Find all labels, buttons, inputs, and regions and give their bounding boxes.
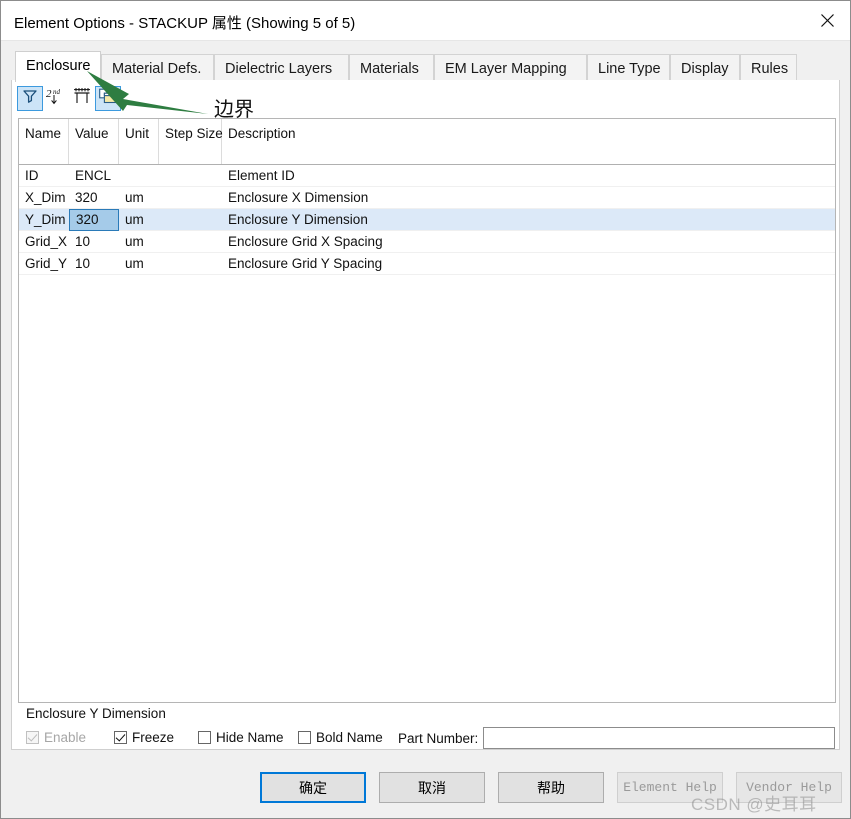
checkbox-label: Enable (44, 730, 87, 745)
grid-row[interactable]: ID ENCL Element ID (19, 165, 835, 187)
grid-cell[interactable]: 10 (69, 253, 119, 274)
filter-button[interactable] (17, 86, 43, 111)
grid-column-header[interactable]: Unit (119, 119, 159, 164)
tab-rules[interactable]: Rules (740, 54, 797, 81)
grid-cell[interactable]: Enclosure Grid Y Spacing (222, 253, 835, 274)
tab-dielectric-layers[interactable]: Dielectric Layers (214, 54, 349, 81)
watermark-text: CSDN @史耳耳 (691, 795, 817, 814)
grid-column-header[interactable]: Description (222, 119, 835, 164)
grid-row[interactable]: Y_Dim 320 um Enclosure Y Dimension (19, 209, 835, 231)
svg-text:nd: nd (53, 88, 61, 96)
tab-material-defs[interactable]: Material Defs. (101, 54, 214, 81)
grid-cell-editing[interactable]: 320 (69, 209, 119, 231)
grid-cell[interactable]: um (119, 187, 159, 208)
checkbox-bold-name[interactable]: Bold Name (298, 730, 383, 745)
grid-cell[interactable] (159, 253, 222, 274)
window-title: Element Options - STACKUP 属性 (Showing 5 … (14, 15, 356, 32)
tab-line-type[interactable]: Line Type (587, 54, 670, 81)
grid-column-header[interactable]: Name (19, 119, 69, 164)
grid-cell[interactable] (119, 165, 159, 186)
cancel-button[interactable]: 取消 (379, 772, 485, 803)
grid-header-row: Name Value Unit Step Size Description (19, 119, 835, 165)
svg-text:2: 2 (46, 88, 52, 100)
element-options-dialog: Element Options - STACKUP 属性 (Showing 5 … (0, 0, 851, 819)
grid-cell[interactable]: um (119, 209, 159, 230)
second-sort-icon: 2nd (46, 87, 66, 110)
grid-cell[interactable]: Y_Dim (19, 209, 69, 230)
grid-cell[interactable]: um (119, 231, 159, 252)
grid-cell[interactable]: X_Dim (19, 187, 69, 208)
help-button[interactable]: 帮助 (498, 772, 604, 803)
grid-cell[interactable]: Element ID (222, 165, 835, 186)
grid-cell[interactable] (159, 187, 222, 208)
ok-button[interactable]: 确定 (260, 772, 366, 803)
grid-cell[interactable]: Enclosure Grid X Spacing (222, 231, 835, 252)
tab-strip: Enclosure Material Defs. Dielectric Layers… (1, 41, 850, 82)
close-icon[interactable] (804, 1, 850, 40)
grid-cell[interactable] (159, 231, 222, 252)
tab-em-layer-mapping[interactable]: EM Layer Mapping (434, 54, 587, 81)
checkbox-box (26, 731, 39, 744)
grid-cell[interactable]: ID (19, 165, 69, 186)
checkbox-box (198, 731, 211, 744)
grid-cell[interactable]: Enclosure Y Dimension (222, 209, 835, 230)
property-details-panel: Enclosure Y Dimension Enable Freeze Hide N… (18, 706, 836, 749)
checkbox-freeze[interactable]: Freeze (114, 730, 174, 745)
filter-funnel-icon (22, 88, 38, 109)
grid-cell[interactable]: Grid_Y (19, 253, 69, 274)
grid-cell[interactable]: um (119, 253, 159, 274)
cascade-window-icon (99, 88, 117, 109)
part-number-label: Part Number: (398, 731, 479, 746)
property-divider (18, 723, 836, 724)
property-caption: Enclosure Y Dimension (26, 706, 166, 721)
grid-empty-area (19, 275, 835, 702)
checkbox-box (298, 731, 311, 744)
grid-row[interactable]: X_Dim 320 um Enclosure X Dimension (19, 187, 835, 209)
tab-materials[interactable]: Materials (349, 54, 434, 81)
checkbox-hide-name[interactable]: Hide Name (198, 730, 284, 745)
fit-columns-button[interactable] (69, 86, 95, 111)
grid-cell[interactable] (159, 165, 222, 186)
grid-cell[interactable]: Grid_X (19, 231, 69, 252)
grid-row[interactable]: Grid_Y 10 um Enclosure Grid Y Spacing (19, 253, 835, 275)
grid-row[interactable]: Grid_X 10 um Enclosure Grid X Spacing (19, 231, 835, 253)
grid-cell[interactable]: Enclosure X Dimension (222, 187, 835, 208)
tab-content-panel: 2nd Name Value Unit Step Size Description ID… (11, 80, 840, 750)
title-bar: Element Options - STACKUP 属性 (Showing 5 … (1, 1, 850, 41)
tab-enclosure[interactable]: Enclosure (15, 51, 101, 82)
column-fit-icon (73, 88, 91, 109)
checkbox-box (114, 731, 127, 744)
grid-cell[interactable]: 320 (69, 187, 119, 208)
grid-cell[interactable] (159, 209, 222, 230)
grid-body[interactable]: ID ENCL Element ID X_Dim 320 um Enclosure X Di… (19, 165, 835, 275)
checkbox-label: Hide Name (216, 730, 284, 745)
annotation-callout-text: 边界 (214, 99, 254, 121)
secondary-sort-button[interactable]: 2nd (43, 86, 69, 111)
checkbox-label: Freeze (132, 730, 175, 745)
checkbox-enable: Enable (26, 730, 86, 745)
element-properties-grid[interactable]: Name Value Unit Step Size Description ID ENCL… (18, 118, 836, 703)
checkbox-label: Bold Name (316, 730, 383, 745)
grid-column-header[interactable]: Step Size (159, 119, 223, 164)
grid-toolbar: 2nd (17, 86, 137, 112)
grid-column-header[interactable]: Value (69, 119, 119, 164)
tab-display[interactable]: Display (670, 54, 740, 81)
part-number-input[interactable] (483, 727, 835, 749)
grid-cell[interactable]: ENCL (69, 165, 119, 186)
grid-cell[interactable]: 10 (69, 231, 119, 252)
cascade-windows-button[interactable] (95, 86, 121, 111)
